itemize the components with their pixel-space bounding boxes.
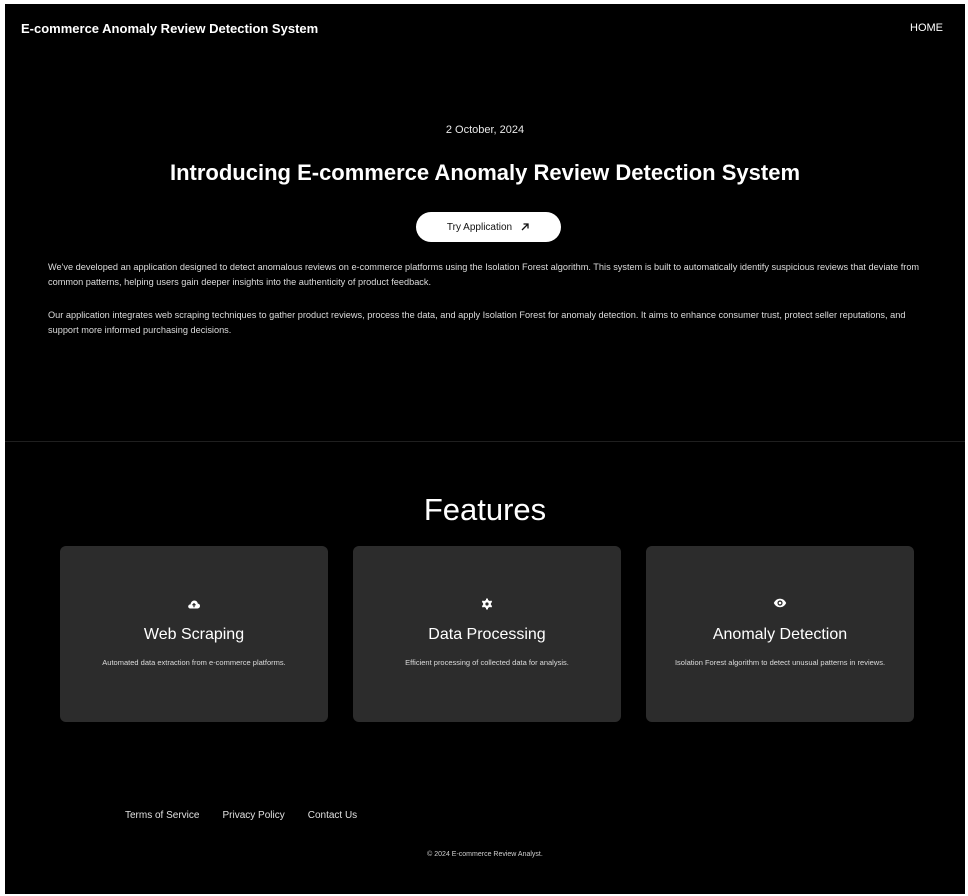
intro-paragraph: We've developed an application designed … [48, 262, 920, 287]
features-heading: Features [423, 492, 547, 527]
feature-description: Isolation Forest algorithm to detect unu… [674, 658, 886, 667]
privacy-policy-link[interactable]: Privacy Policy [222, 810, 284, 821]
feature-card-anomaly-detection: Anomaly Detection Isolation Forest algor… [646, 546, 914, 722]
feature-title: Data Processing [428, 626, 546, 643]
details-paragraph: Our application integrates web scraping … [48, 310, 906, 335]
feature-description: Automated data extraction from e-commerc… [102, 658, 286, 667]
gear-icon [353, 598, 621, 610]
navbar: E-commerce Anomaly Review Detection Syst… [5, 4, 965, 52]
feature-card-data-processing: Data Processing Efficient processing of … [353, 546, 621, 722]
feature-description: Efficient processing of collected data f… [405, 658, 569, 667]
hero-section: 2 October, 2024 Introducing E-commerce A… [5, 52, 965, 442]
footer-links: Terms of Service Privacy Policy Contact … [125, 810, 357, 821]
eye-icon [646, 598, 914, 608]
post-date: 2 October, 2024 [445, 124, 525, 136]
brand-title[interactable]: E-commerce Anomaly Review Detection Syst… [21, 21, 318, 36]
feature-title: Anomaly Detection [712, 626, 848, 643]
try-application-label: Try Application [446, 221, 513, 233]
page-title: Introducing E-commerce Anomaly Review De… [169, 160, 801, 185]
feature-title: Web Scraping [143, 626, 245, 643]
arrow-up-right-icon [520, 222, 530, 232]
terms-of-service-link[interactable]: Terms of Service [125, 810, 199, 821]
page: E-commerce Anomaly Review Detection Syst… [5, 4, 965, 894]
try-application-button[interactable]: Try Application [416, 212, 561, 242]
section-divider [5, 441, 965, 442]
contact-us-link[interactable]: Contact Us [308, 810, 357, 821]
cloud-upload-icon [60, 598, 328, 610]
nav-home-link[interactable]: HOME [910, 22, 943, 34]
feature-card-web-scraping: Web Scraping Automated data extraction f… [60, 546, 328, 722]
copyright-text: © 2024 E-commerce Review Analyst. [427, 851, 543, 858]
